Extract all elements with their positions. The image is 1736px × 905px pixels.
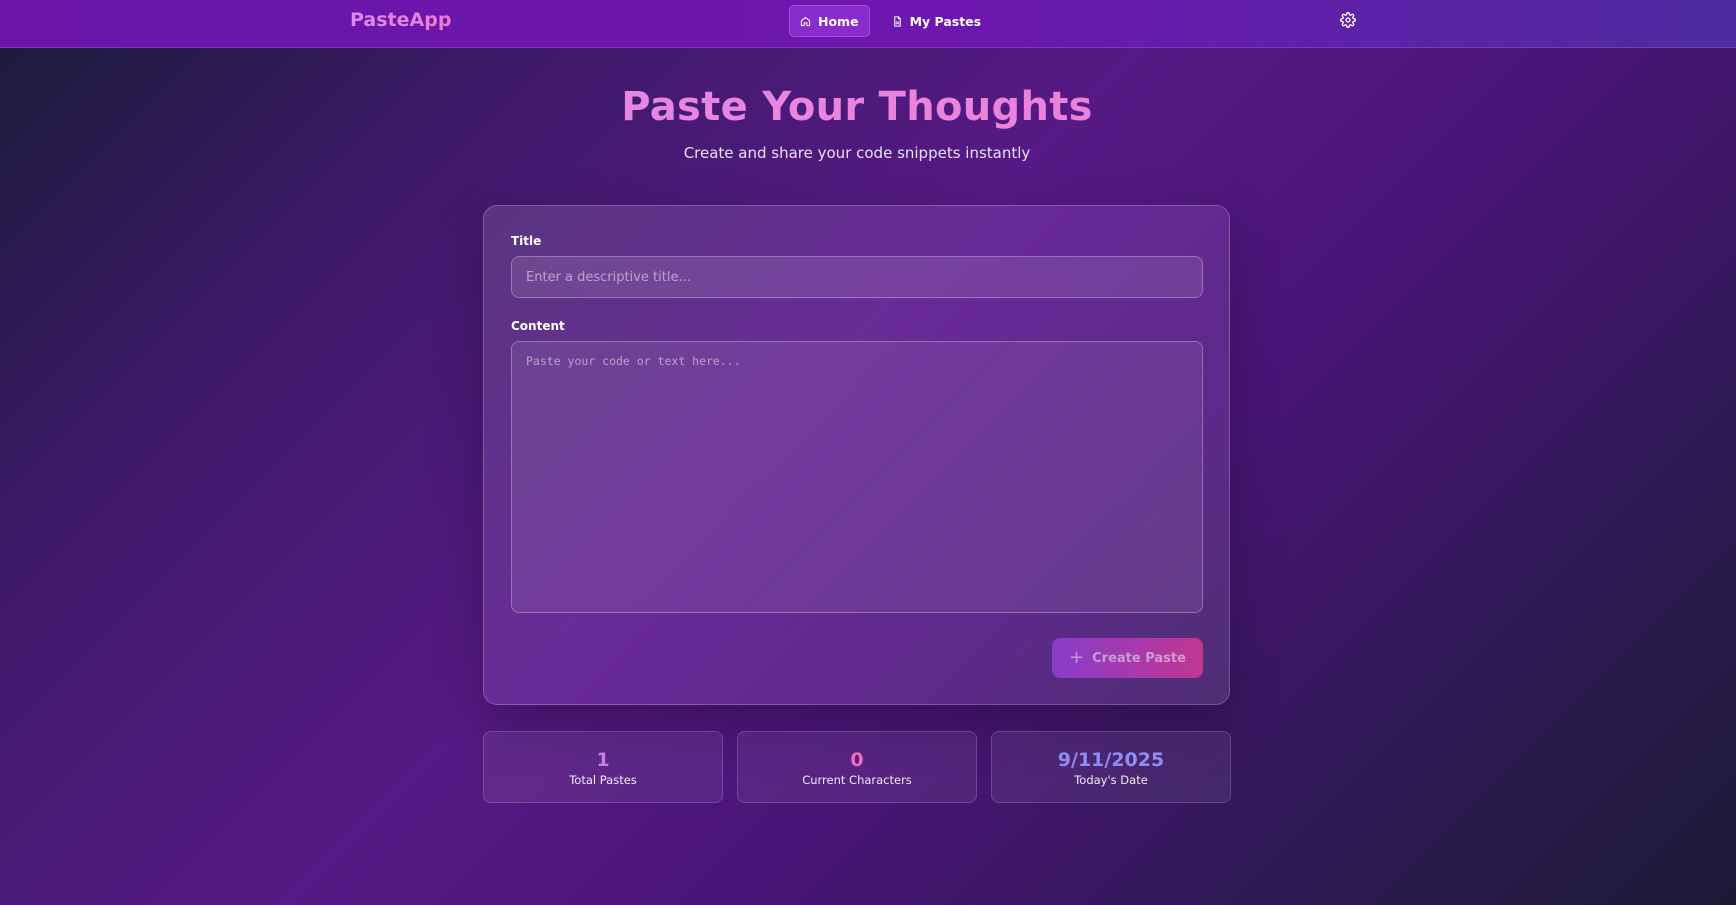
nav-home-label: Home xyxy=(818,13,859,29)
stat-total-pastes-value: 1 xyxy=(596,749,610,771)
nav-my-pastes-label: My Pastes xyxy=(909,13,982,29)
document-icon xyxy=(893,15,901,27)
nav-home-link[interactable]: Home xyxy=(789,5,870,37)
home-icon xyxy=(800,16,811,26)
title-input[interactable] xyxy=(511,256,1203,298)
title-label: Title xyxy=(511,234,542,248)
create-paste-label: Create Paste xyxy=(1092,650,1186,666)
stat-total-pastes: 1 Total Pastes xyxy=(483,731,723,803)
stat-total-pastes-label: Total Pastes xyxy=(569,773,637,787)
create-paste-button[interactable]: + Create Paste xyxy=(1052,638,1203,678)
plus-icon: + xyxy=(1069,647,1085,668)
stat-todays-date: 9/11/2025 Today's Date xyxy=(991,731,1231,803)
content-label: Content xyxy=(511,319,565,333)
stats-row: 1 Total Pastes 0 Current Characters 9/11… xyxy=(483,731,1231,803)
page-title: Paste Your Thoughts xyxy=(0,84,1714,130)
content-textarea[interactable] xyxy=(511,341,1203,613)
page-subtitle: Create and share your code snippets inst… xyxy=(683,144,1031,162)
nav-my-pastes-link[interactable]: My Pastes xyxy=(882,5,992,37)
stat-current-characters-value: 0 xyxy=(850,749,864,771)
create-paste-card: Title Content + Create Paste xyxy=(483,205,1230,705)
stat-current-characters-label: Current Characters xyxy=(802,773,912,787)
gear-icon[interactable] xyxy=(1340,12,1356,28)
stat-todays-date-label: Today's Date xyxy=(1074,773,1148,787)
stat-current-characters: 0 Current Characters xyxy=(737,731,977,803)
nav-links: Home My Pastes xyxy=(789,5,991,37)
brand-logo[interactable]: PasteApp xyxy=(350,9,451,31)
stat-todays-date-value: 9/11/2025 xyxy=(1057,749,1165,771)
top-navbar: PasteApp Home My Pastes xyxy=(0,0,1736,48)
